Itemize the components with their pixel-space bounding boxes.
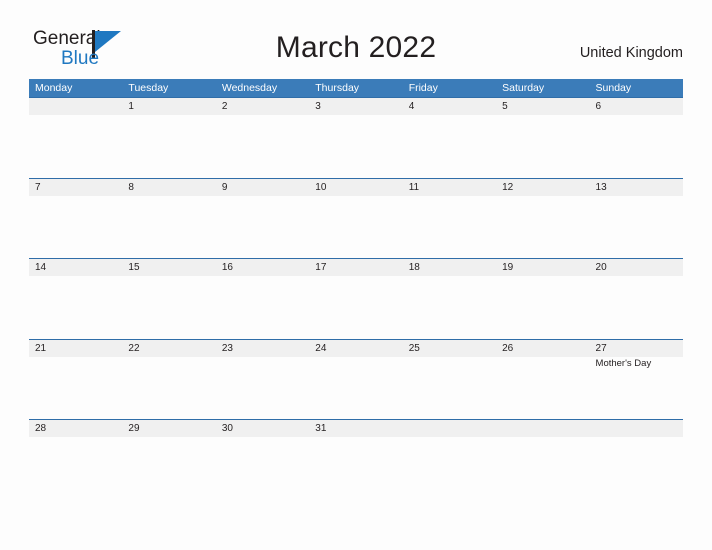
event-cell[interactable] (496, 115, 589, 178)
day-cell[interactable]: 12 (496, 179, 589, 196)
day-cell[interactable]: 27 (590, 340, 683, 357)
calendar-week-row: 21 22 23 24 25 26 27 Mother's Day (29, 338, 683, 420)
event-cell[interactable] (309, 115, 402, 178)
weekday-header-friday: Friday (408, 82, 438, 94)
event-cell[interactable] (403, 196, 496, 259)
event-cell[interactable] (403, 437, 496, 500)
calendar-week-row: 14 15 16 17 18 19 20 (29, 258, 683, 339)
day-cell[interactable]: 8 (122, 179, 215, 196)
event-cell[interactable] (496, 357, 589, 420)
event-cell[interactable] (216, 357, 309, 420)
event-cell[interactable] (496, 196, 589, 259)
weekday-header-sunday: Sunday (595, 82, 632, 94)
day-cell[interactable] (590, 420, 683, 437)
event-cell[interactable] (216, 196, 309, 259)
day-cell[interactable]: 7 (29, 179, 122, 196)
day-cell[interactable]: 21 (29, 340, 122, 357)
day-cell[interactable]: 13 (590, 179, 683, 196)
event-cell[interactable] (496, 437, 589, 500)
week-event-area (29, 437, 683, 500)
page-header: General Blue March 2022 United Kingdom (0, 0, 712, 78)
event-cell[interactable] (590, 196, 683, 259)
weekday-header-wednesday: Wednesday (221, 82, 278, 94)
event-cell[interactable] (29, 115, 122, 178)
day-cell[interactable]: 9 (216, 179, 309, 196)
event-cell[interactable]: Mother's Day (590, 357, 683, 420)
weekday-header-thursday: Thursday (315, 82, 360, 94)
day-cell[interactable]: 4 (403, 98, 496, 115)
day-cell[interactable]: 24 (309, 340, 402, 357)
day-cell[interactable] (403, 420, 496, 437)
day-cell[interactable]: 11 (403, 179, 496, 196)
calendar-table: Monday Tuesday Wednesday Thursday Friday… (29, 79, 683, 500)
day-cell[interactable]: 2 (216, 98, 309, 115)
event-cell[interactable] (590, 437, 683, 500)
event-cell[interactable] (216, 437, 309, 500)
week-date-band: 21 22 23 24 25 26 27 (29, 339, 683, 357)
event-cell[interactable] (29, 276, 122, 339)
day-cell[interactable]: 1 (122, 98, 215, 115)
event-cell[interactable] (216, 115, 309, 178)
event-cell[interactable] (29, 196, 122, 259)
day-cell[interactable]: 30 (216, 420, 309, 437)
event-cell[interactable] (309, 357, 402, 420)
event-cell[interactable] (122, 196, 215, 259)
calendar-week-row: 7 8 9 10 11 12 13 (29, 177, 683, 259)
weekday-header-tuesday: Tuesday (128, 82, 169, 94)
day-cell[interactable] (29, 98, 122, 115)
day-cell[interactable]: 14 (29, 259, 122, 276)
event-cell[interactable] (122, 115, 215, 178)
event-cell[interactable] (216, 276, 309, 339)
day-cell[interactable]: 28 (29, 420, 122, 437)
event-cell[interactable] (403, 357, 496, 420)
event-cell[interactable] (403, 276, 496, 339)
day-cell[interactable]: 5 (496, 98, 589, 115)
event-cell[interactable] (590, 276, 683, 339)
country-label: United Kingdom (579, 45, 683, 61)
day-cell[interactable]: 29 (122, 420, 215, 437)
weekday-header-saturday: Saturday (502, 82, 545, 94)
day-cell[interactable] (496, 420, 589, 437)
week-date-band: 7 8 9 10 11 12 13 (29, 178, 683, 196)
week-event-area (29, 195, 683, 259)
calendar-week-row: 28 29 30 31 (29, 419, 683, 500)
day-cell[interactable]: 22 (122, 340, 215, 357)
event-cell[interactable] (496, 276, 589, 339)
event-cell[interactable] (29, 357, 122, 420)
day-cell[interactable]: 25 (403, 340, 496, 357)
day-cell[interactable]: 3 (309, 98, 402, 115)
event-cell[interactable] (309, 196, 402, 259)
event-cell[interactable] (122, 357, 215, 420)
event-cell[interactable] (122, 276, 215, 339)
event-cell[interactable] (122, 437, 215, 500)
day-cell[interactable]: 15 (122, 259, 215, 276)
day-cell[interactable]: 26 (496, 340, 589, 357)
event-cell[interactable] (590, 115, 683, 178)
day-cell[interactable]: 31 (309, 420, 402, 437)
day-cell[interactable]: 17 (309, 259, 402, 276)
week-date-band: 1 2 3 4 5 6 (29, 98, 683, 115)
week-date-band: 28 29 30 31 (29, 420, 683, 437)
calendar-week-row: 1 2 3 4 5 6 (29, 97, 683, 178)
event-label: Mother's Day (595, 357, 652, 369)
week-date-band: 14 15 16 17 18 19 20 (29, 259, 683, 276)
week-event-area (29, 115, 683, 178)
event-cell[interactable] (309, 276, 402, 339)
day-cell[interactable]: 19 (496, 259, 589, 276)
event-cell[interactable] (403, 115, 496, 178)
day-cell[interactable]: 18 (403, 259, 496, 276)
week-event-area (29, 276, 683, 339)
day-cell[interactable]: 6 (590, 98, 683, 115)
week-event-area: Mother's Day (29, 356, 683, 420)
day-cell[interactable]: 16 (216, 259, 309, 276)
day-cell[interactable]: 20 (590, 259, 683, 276)
day-cell[interactable]: 23 (216, 340, 309, 357)
weekday-header-row: Monday Tuesday Wednesday Thursday Friday… (29, 79, 683, 97)
day-cell[interactable]: 10 (309, 179, 402, 196)
event-cell[interactable] (29, 437, 122, 500)
calendar-page: General Blue March 2022 United Kingdom M… (0, 0, 712, 550)
weekday-header-monday: Monday (35, 82, 73, 94)
event-cell[interactable] (309, 437, 402, 500)
